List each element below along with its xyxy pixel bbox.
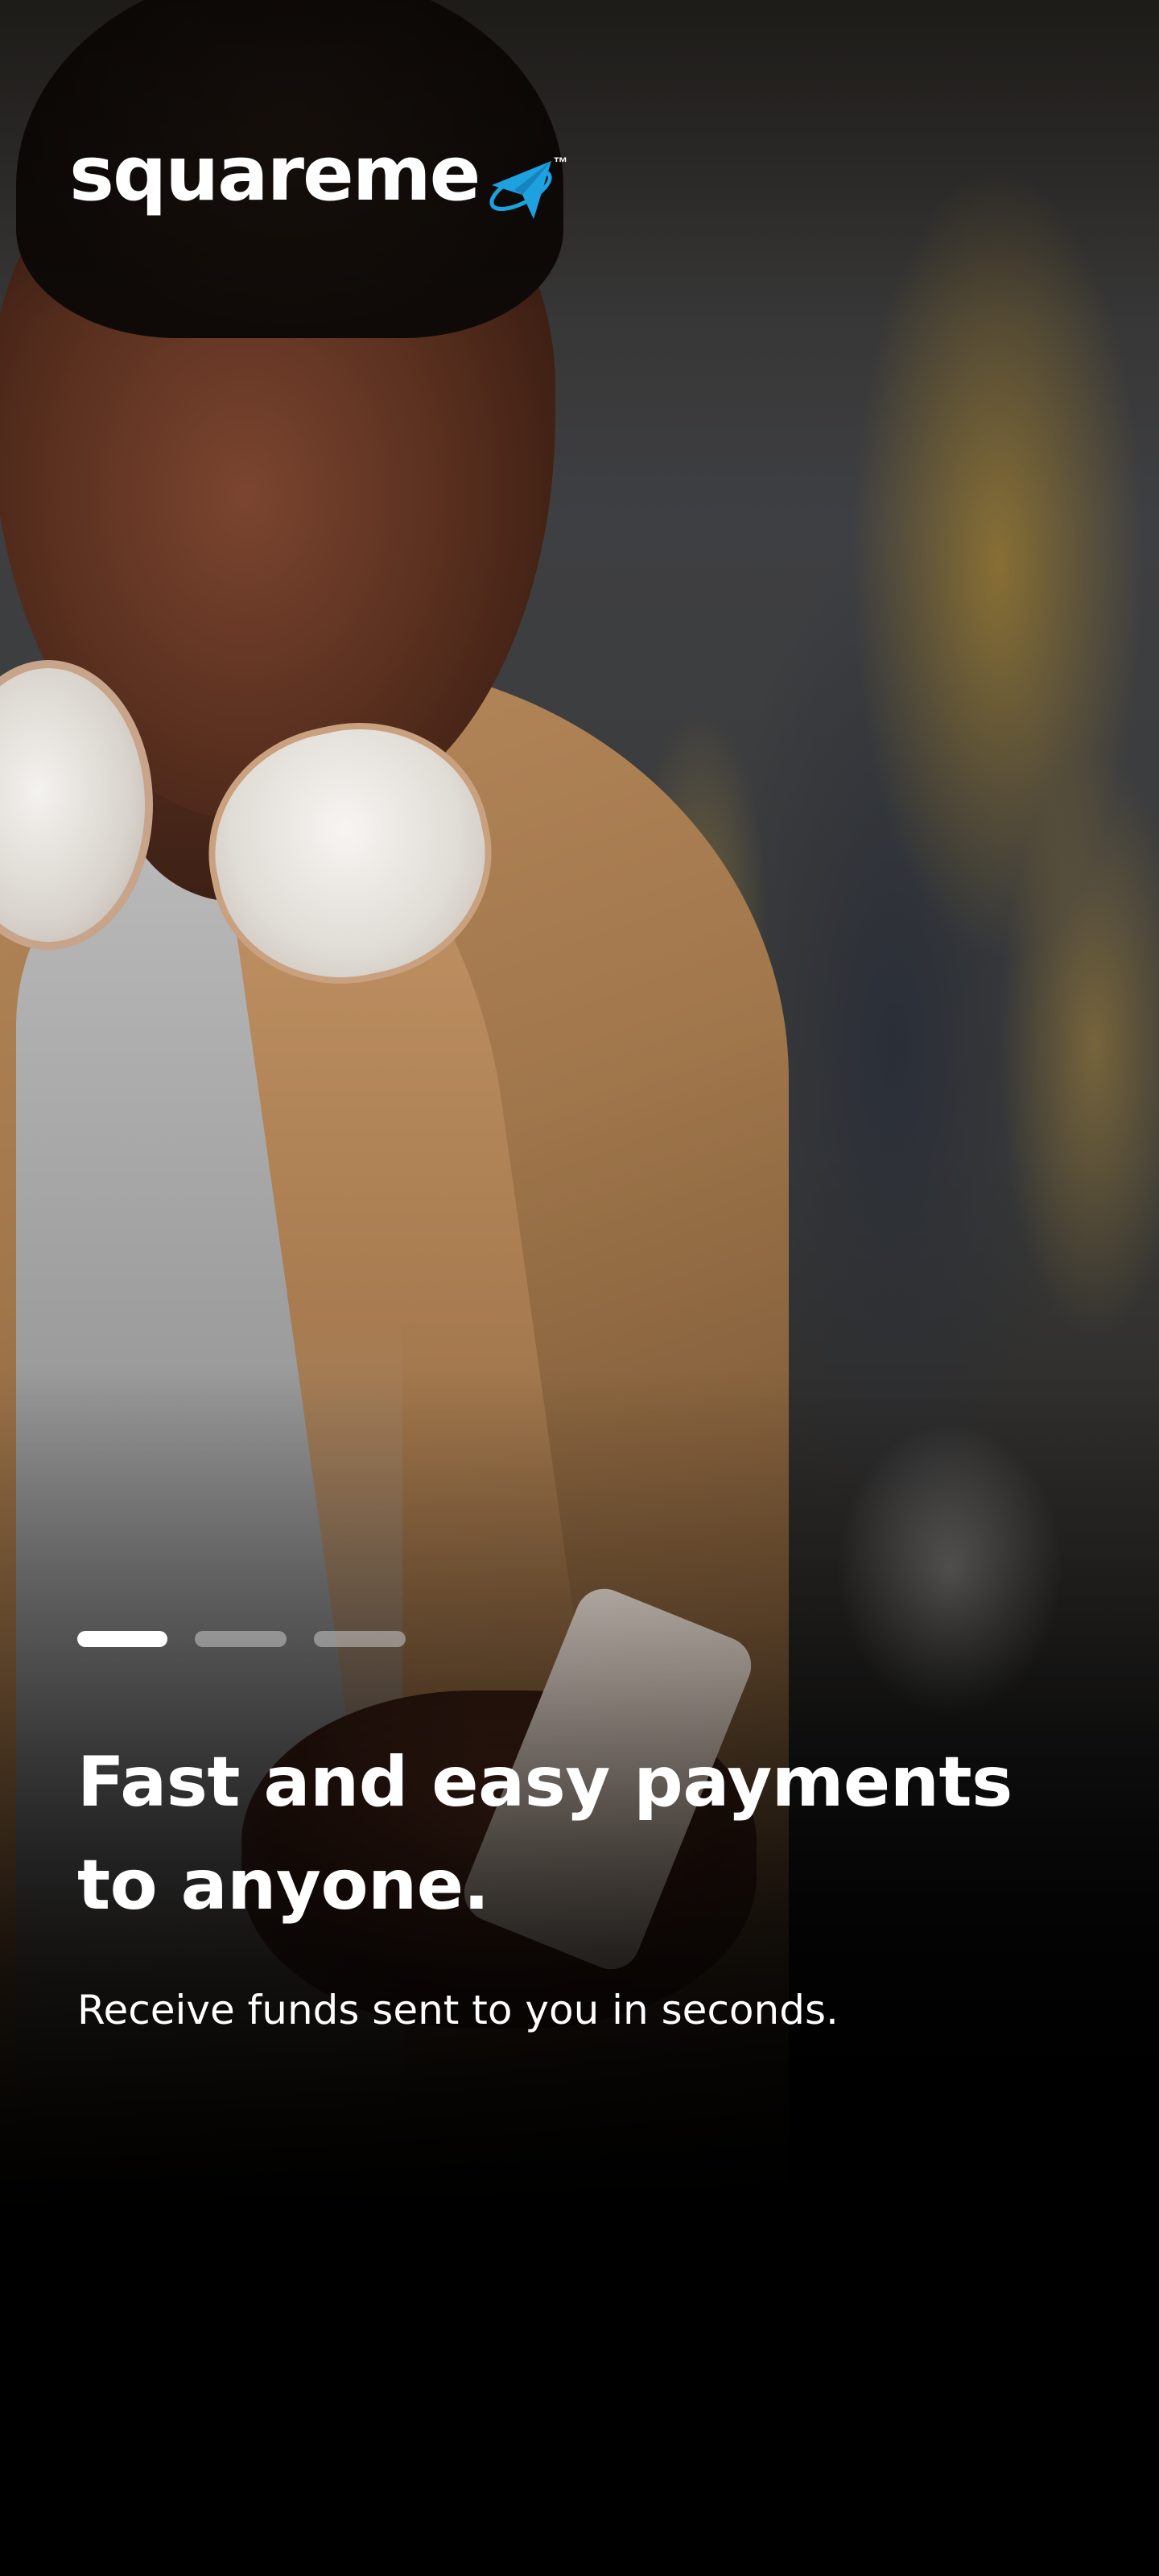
onboarding-pager bbox=[77, 1631, 406, 1647]
onboarding-screen: squareme ™ Fast and easy payments to any… bbox=[0, 0, 1159, 2576]
paper-plane-orbit-icon bbox=[489, 161, 553, 219]
pager-indicator-2[interactable] bbox=[195, 1631, 287, 1647]
bottom-gradient-overlay bbox=[0, 1368, 1159, 2576]
brand-wordmark: squareme bbox=[69, 130, 481, 218]
onboarding-subtext: Receive funds sent to you in seconds. bbox=[77, 1987, 839, 2033]
onboarding-headline: Fast and easy payments to anyone. bbox=[77, 1742, 1013, 1926]
trademark-symbol: ™ bbox=[553, 155, 568, 171]
brand-logo: squareme ™ bbox=[69, 137, 567, 225]
pager-indicator-3[interactable] bbox=[314, 1631, 406, 1647]
pager-indicator-1[interactable] bbox=[77, 1631, 167, 1647]
